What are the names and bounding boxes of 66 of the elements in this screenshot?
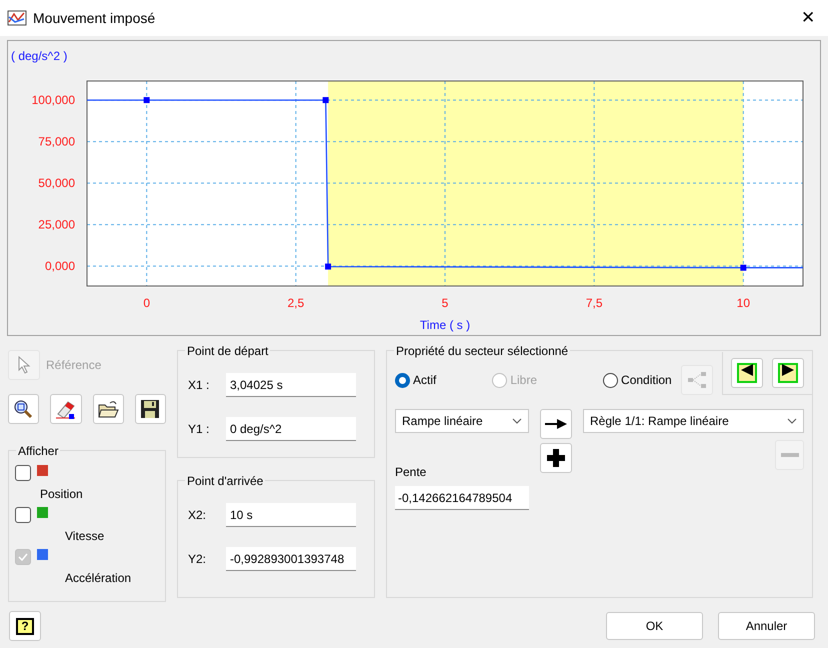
dropdown[interactable]: Règle 1/1: Rampe linéaire <box>583 409 804 433</box>
checkbox[interactable] <box>15 507 31 523</box>
eraser-icon <box>55 398 76 420</box>
text-field[interactable]: 3,04025 s <box>226 373 356 397</box>
open-button[interactable] <box>92 394 124 424</box>
ok-button[interactable]: OK <box>606 612 703 640</box>
text-field[interactable]: 10 s <box>226 503 356 527</box>
field-label: Y1 : <box>188 421 210 438</box>
arrow-button[interactable] <box>540 409 572 439</box>
checkbox-label: Position <box>40 486 83 503</box>
app-icon <box>7 10 27 26</box>
x-tick-label: 7,5 <box>586 296 602 310</box>
radio-button[interactable] <box>395 372 410 388</box>
y-tick-label: 75,000 <box>38 134 75 149</box>
reference-label: Référence <box>46 357 102 374</box>
check-icon <box>18 553 28 561</box>
checkbox-label: Vitesse <box>65 528 104 545</box>
cursor-icon <box>17 356 31 374</box>
radio-label: Condition <box>621 372 672 389</box>
text-field[interactable]: -0,992893001393748 <box>226 547 356 571</box>
checkbox-label: Accélération <box>65 570 132 587</box>
field-label: X1 : <box>188 377 210 394</box>
radio-label: Libre <box>510 372 538 389</box>
tree-icon <box>687 371 707 389</box>
y-tick-label: 25,000 <box>38 218 75 232</box>
y-tick-label: 100,000 <box>32 93 75 108</box>
next-button[interactable] <box>772 358 804 388</box>
data-point[interactable] <box>144 97 150 104</box>
minus-icon <box>780 453 798 457</box>
arrow-icon <box>545 418 567 430</box>
unit-label: ( deg/s^2 ) <box>11 49 68 63</box>
dropdown[interactable]: Rampe linéaire <box>395 409 529 433</box>
y-tick-label: 0,000 <box>44 259 75 274</box>
field-label: Pente <box>395 464 428 481</box>
caret-icon <box>787 418 797 424</box>
checkbox[interactable] <box>15 465 31 481</box>
y-tick-label: 50,000 <box>38 176 75 190</box>
text-field[interactable]: -0,142662164789504 <box>395 486 529 510</box>
x-tick-label: 5 <box>442 296 448 310</box>
save-button[interactable] <box>134 394 166 424</box>
help-button[interactable]: ? <box>9 611 41 641</box>
window-title: Mouvement imposé <box>33 8 156 28</box>
text-field[interactable]: 0 deg/s^2 <box>226 417 356 441</box>
previous-button[interactable] <box>731 358 763 388</box>
add-button[interactable] <box>540 443 572 473</box>
x-tick-label: 10 <box>736 296 750 310</box>
radio-button[interactable] <box>603 372 618 388</box>
cancel-button[interactable]: Annuler <box>718 612 815 640</box>
x-tick-label: 2,5 <box>288 296 304 310</box>
close-button[interactable]: ✕ <box>788 4 828 32</box>
axis-title: Time ( s ) <box>420 318 470 332</box>
zoom-icon <box>13 398 34 420</box>
plus-icon <box>547 449 565 467</box>
data-point[interactable] <box>322 97 329 104</box>
eraser-button[interactable] <box>50 394 82 424</box>
zoom-button[interactable] <box>8 394 40 424</box>
field-label: Y2: <box>188 551 206 568</box>
folder-icon <box>98 398 119 420</box>
data-point[interactable] <box>325 264 332 270</box>
caret-icon <box>512 418 522 424</box>
x-tick-label: 0 <box>143 296 150 310</box>
radio-label: Actif <box>413 372 436 389</box>
save-icon <box>140 398 161 420</box>
next-icon <box>777 362 799 384</box>
previous-icon <box>736 362 758 384</box>
field-label: X2: <box>188 507 206 524</box>
